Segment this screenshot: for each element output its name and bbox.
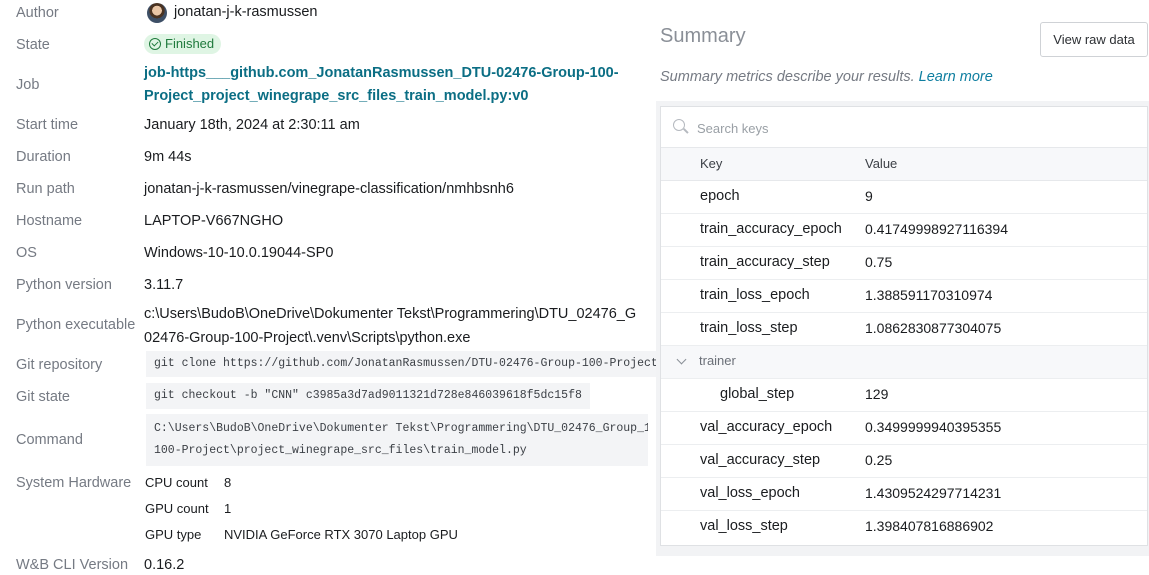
command-line2: 100-Project\project_winegrape_src_files\… (154, 444, 527, 457)
row-key: epoch (700, 188, 740, 204)
table-row[interactable]: val_accuracy_epoch 0.3499999940395355 (661, 412, 1147, 445)
cli-version-label: W&B CLI Version (16, 557, 129, 573)
search-bar (661, 107, 1147, 148)
python-executable-value: c:\Users\BudoB\OneDrive\Dokumenter Tekst… (144, 302, 656, 350)
python-executable-line1: c:\Users\BudoB\OneDrive\Dokumenter Tekst… (144, 306, 637, 322)
cpu-count-value: 8 (224, 475, 232, 490)
row-value: 1.388591170310974 (865, 287, 993, 303)
command-line1: C:\Users\BudoB\OneDrive\Dokumenter Tekst… (154, 422, 648, 435)
command-label: Command (16, 432, 83, 448)
chevron-down-icon[interactable] (676, 354, 687, 365)
search-icon (673, 119, 685, 131)
row-key: train_loss_epoch (700, 287, 810, 303)
row-value: 0.25 (865, 452, 893, 468)
hostname-value: LAPTOP-V667NGHO (144, 213, 284, 229)
author-name[interactable]: jonatan-j-k-rasmussen (174, 2, 317, 22)
job-link[interactable]: job-https___github.com_JonatanRasmussen_… (144, 62, 619, 108)
row-key: val_accuracy_step (700, 452, 821, 468)
row-key: train_loss_step (700, 320, 798, 336)
job-link-line2[interactable]: Project_project_winegrape_src_files_trai… (144, 85, 619, 108)
cpu-count-key: CPU count (145, 475, 208, 490)
row-key: val_loss_step (700, 518, 788, 534)
hostname-label: Hostname (16, 213, 83, 229)
python-executable-label: Python executable (16, 317, 136, 333)
os-value: Windows-10-10.0.19044-SP0 (144, 245, 334, 261)
system-hardware-label: System Hardware (16, 475, 132, 491)
summary-description: Summary metrics describe your results. L… (660, 69, 993, 85)
table-row[interactable]: val_loss_step 1.398407816886902 (661, 511, 1147, 543)
key-column-header: Key (700, 156, 723, 171)
author-avatar[interactable] (147, 3, 167, 23)
start-time-value: January 18th, 2024 at 2:30:11 am (144, 117, 360, 133)
table-row[interactable]: train_loss_step 1.0862830877304075 (661, 313, 1147, 346)
gpu-type-key: GPU type (145, 527, 202, 542)
row-value: 0.3499999940395355 (865, 419, 1002, 435)
gpu-count-key: GPU count (145, 501, 209, 516)
row-key: val_loss_epoch (700, 485, 800, 501)
row-value: 129 (865, 386, 889, 402)
gpu-count-value: 1 (224, 501, 232, 516)
git-checkout-command[interactable]: git checkout -b "CNN" c3985a3d7ad9011321… (146, 383, 590, 409)
table-row[interactable]: train_loss_epoch 1.388591170310974 (661, 280, 1147, 313)
view-raw-data-button[interactable]: View raw data (1040, 22, 1148, 57)
row-key: train_accuracy_step (700, 254, 830, 270)
job-link-line1[interactable]: job-https___github.com_JonatanRasmussen_… (144, 62, 619, 85)
command-value[interactable]: C:\Users\BudoB\OneDrive\Dokumenter Tekst… (146, 414, 648, 466)
search-keys-input[interactable] (695, 117, 1129, 139)
row-value: 1.398407816886902 (865, 518, 994, 534)
row-key: val_accuracy_epoch (700, 419, 833, 435)
table-row[interactable]: global_step 129 (661, 379, 1147, 412)
git-clone-command[interactable]: git clone https://github.com/JonatanRasm… (146, 351, 666, 377)
gpu-type-value: NVIDIA GeForce RTX 3070 Laptop GPU (224, 527, 458, 542)
status-badge: Finished (144, 34, 222, 54)
row-value: 1.4309524297714231 (865, 485, 1002, 501)
table-row[interactable]: val_loss_epoch 1.4309524297714231 (661, 478, 1147, 511)
python-executable-line2: 02476-Group-100-Project\.venv\Scripts\py… (144, 330, 471, 346)
author-label: Author (16, 5, 59, 21)
check-circle-icon (149, 38, 161, 50)
table-row[interactable]: val_accuracy_step 0.25 (661, 445, 1147, 478)
summary-title: Summary (660, 25, 746, 47)
learn-more-link[interactable]: Learn more (919, 69, 993, 85)
group-key: trainer (699, 353, 736, 368)
value-column-header: Value (865, 156, 898, 171)
start-time-label: Start time (16, 117, 79, 133)
row-key: global_step (720, 386, 795, 402)
git-state-label: Git state (16, 389, 70, 405)
duration-value: 9m 44s (144, 149, 192, 165)
table-row[interactable]: train_accuracy_step 0.75 (661, 247, 1147, 280)
git-repository-label: Git repository (16, 357, 103, 373)
status-text: Finished (165, 36, 215, 51)
summary-table: Key Value epoch 9 train_accuracy_epoch 0… (660, 106, 1148, 546)
cli-version-value: 0.16.2 (144, 557, 185, 573)
table-row[interactable]: train_accuracy_epoch 0.41749998927116394 (661, 214, 1147, 247)
python-version-label: Python version (16, 277, 112, 293)
state-label: State (16, 37, 50, 53)
table-header: Key Value (661, 148, 1147, 181)
python-version-value: 3.11.7 (144, 277, 184, 293)
table-row[interactable]: epoch 9 (661, 181, 1147, 214)
row-value: 9 (865, 188, 873, 204)
os-label: OS (16, 245, 37, 261)
run-path-label: Run path (16, 181, 75, 197)
row-value: 0.75 (865, 254, 893, 270)
row-value: 1.0862830877304075 (865, 320, 1002, 336)
run-path-value: jonatan-j-k-rasmussen/vinegrape-classifi… (144, 181, 514, 197)
row-key: train_accuracy_epoch (700, 221, 842, 237)
row-value: 0.41749998927116394 (865, 221, 1009, 237)
summary-description-text: Summary metrics describe your results. (660, 69, 915, 85)
table-group-row-trainer[interactable]: trainer (661, 346, 1147, 379)
duration-label: Duration (16, 149, 71, 165)
job-label: Job (16, 77, 40, 93)
